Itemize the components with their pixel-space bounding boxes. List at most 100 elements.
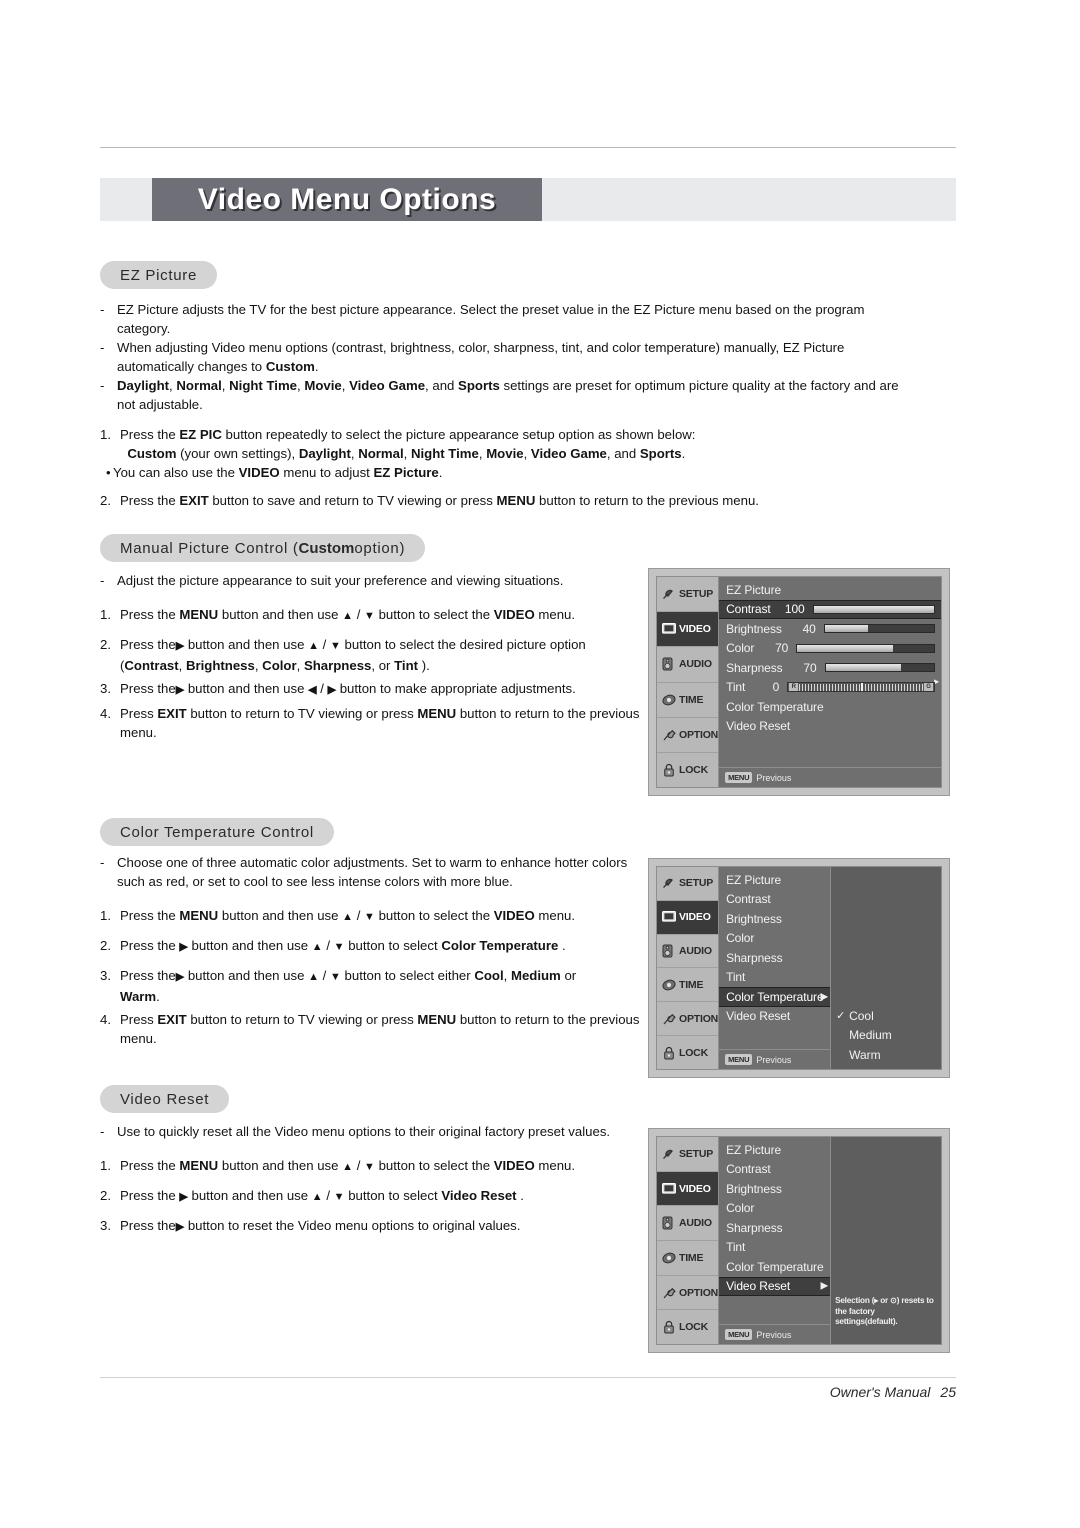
color-slider[interactable] xyxy=(796,643,935,653)
submenu-item-medium[interactable]: Medium xyxy=(831,1026,941,1046)
footer: Owner's Manual 25 xyxy=(830,1384,956,1400)
submenu-item-warm[interactable]: Warm xyxy=(831,1045,941,1065)
sharpness-slider[interactable] xyxy=(824,663,935,673)
osd-menu-label: Color xyxy=(726,641,755,656)
section-header-ez-picture: EZ Picture xyxy=(100,261,218,289)
osd-menu-label: Sharpness xyxy=(726,1220,783,1235)
step-text: Press the ▶ button and then use ▲ / ▼ bu… xyxy=(120,938,566,953)
section-header-label: Color Temperature Control xyxy=(120,823,314,841)
bullet-marker: • xyxy=(106,465,111,480)
osd-sidebar-item-setup[interactable]: SETUP xyxy=(657,1137,719,1172)
step-text: Press EXIT button to return to TV viewin… xyxy=(120,1012,640,1046)
osd-menu-row[interactable]: Color xyxy=(719,929,830,949)
footer-divider xyxy=(100,1377,956,1378)
osd-menu-label: EZ Picture xyxy=(726,872,782,887)
osd-menu-row[interactable]: Tint xyxy=(719,968,830,988)
previous-label: Previous xyxy=(756,1329,792,1340)
osd-sidebar-item-audio[interactable]: AUDIO xyxy=(657,647,719,683)
brightness-slider[interactable] xyxy=(823,624,935,634)
tint-slider[interactable]: R G xyxy=(787,682,935,693)
section-header-manual-picture: Manual Picture Control (Custom option) xyxy=(100,534,426,562)
osd-menu-label: Color Temperature xyxy=(726,1259,824,1274)
section-header-video-reset: Video Reset xyxy=(100,1085,230,1113)
section-header-label-prefix: Manual Picture Control ( xyxy=(120,539,299,557)
osd-menu-value: 70 xyxy=(775,641,789,656)
padlock-icon xyxy=(661,1320,676,1335)
padlock-icon xyxy=(661,1045,676,1060)
osd-sidebar-item-time[interactable]: TIME xyxy=(657,1241,719,1276)
osd-menu-row[interactable]: EZ Picture xyxy=(719,1140,830,1160)
osd-menu-row-selected[interactable]: Contrast 100 ▸ xyxy=(719,599,941,688)
osd-menu-row-selected[interactable]: Color Temperature ▶ xyxy=(719,987,831,1007)
wrench-icon xyxy=(661,727,676,742)
osd-sidebar-item-lock[interactable]: LOCK xyxy=(657,1036,718,1069)
osd-menu-row[interactable]: Sharpness xyxy=(719,1218,830,1238)
osd-menu-label: Color Temperature xyxy=(726,699,824,714)
dash-marker: - xyxy=(100,1124,105,1139)
osd-menu-label: Contrast xyxy=(726,892,771,907)
osd-menu-row[interactable]: Sharpness 70 xyxy=(719,658,941,678)
osd-sidebar-label: TIME xyxy=(679,978,704,991)
numbered-step: 1. Press the MENU button and then use ▲ … xyxy=(100,1156,640,1177)
list-item-text: Adjust the picture appearance to suit yo… xyxy=(117,573,564,588)
osd-menu-row[interactable]: Color xyxy=(719,1199,830,1219)
osd-menu-value: 100 xyxy=(784,602,805,617)
osd-menu-label: Video Reset xyxy=(726,1279,791,1294)
osd-menu-row[interactable]: Sharpness xyxy=(719,948,830,968)
osd-menu-row[interactable]: EZ Picture xyxy=(719,870,830,890)
step-text: Press the MENU button and then use ▲ / ▼… xyxy=(120,908,576,923)
osd-sidebar-item-lock[interactable]: LOCK xyxy=(657,1310,718,1344)
page-title: Video Menu Options xyxy=(197,182,497,216)
osd-menu-row[interactable]: Brightness 40 xyxy=(719,619,941,639)
osd-menu-label: Contrast xyxy=(726,602,771,617)
osd-sidebar-item-option[interactable]: OPTION xyxy=(657,1002,718,1037)
osd-menu-row[interactable]: Contrast xyxy=(719,1160,830,1180)
step-text: Press the MENU button and then use ▲ / ▼… xyxy=(120,1158,576,1173)
osd-sidebar-item-video[interactable]: VIDEO xyxy=(657,612,719,648)
wrench-icon xyxy=(661,1285,676,1300)
footer-label: Owner's Manual xyxy=(829,1384,931,1400)
osd-sidebar-item-time[interactable]: TIME xyxy=(657,683,719,718)
osd-menu-row[interactable]: Brightness xyxy=(719,1179,830,1199)
osd-sidebar-item-time[interactable]: TIME xyxy=(657,968,719,1003)
osd-sidebar-label: TIME xyxy=(679,1251,704,1264)
osd-menu-row[interactable]: Video Reset xyxy=(719,1007,830,1027)
menu-key-badge: MENU xyxy=(725,772,753,783)
osd-sidebar-item-setup[interactable]: SETUP xyxy=(657,577,719,613)
step-number: 3. xyxy=(100,1218,111,1233)
osd-menu-row[interactable]: Tint xyxy=(719,1238,830,1258)
osd-sidebar-item-video[interactable]: VIDEO xyxy=(657,1171,719,1207)
osd-menu-label: Tint xyxy=(726,970,746,985)
osd-menu-row[interactable]: Color Temperature xyxy=(719,1257,830,1277)
osd-sidebar-item-setup[interactable]: SETUP xyxy=(657,867,719,901)
osd-menu-row[interactable]: Video Reset xyxy=(719,717,941,737)
osd-menu-row[interactable]: Contrast xyxy=(719,890,830,910)
osd-sidebar-item-option[interactable]: OPTION xyxy=(657,718,718,753)
osd-sidebar-label: VIDEO xyxy=(679,911,711,924)
previous-label: Previous xyxy=(756,772,792,783)
osd-sidebar-item-audio[interactable]: AUDIO xyxy=(657,1206,719,1242)
monitor-icon xyxy=(661,910,676,925)
osd-menu-row[interactable]: EZ Picture xyxy=(719,580,941,600)
numbered-step: 1. Press the EZ PIC button repeatedly to… xyxy=(100,425,910,463)
submenu-item-cool[interactable]: ✓ Cool xyxy=(831,1006,941,1026)
monitor-icon xyxy=(661,622,676,637)
osd-sidebar-item-video[interactable]: VIDEO xyxy=(657,900,719,935)
speaker-icon xyxy=(661,944,676,959)
osd-menu-row-selected[interactable]: Video Reset ▶ xyxy=(719,1276,831,1296)
color-temperature-body: - Choose one of three automatic color ad… xyxy=(100,853,640,1048)
osd-menu-row[interactable]: Brightness xyxy=(719,909,830,929)
numbered-step: 2. Press the ▶ button and then use ▲ / ▼… xyxy=(100,936,640,957)
osd-menu-row[interactable]: Color Temperature xyxy=(719,697,941,717)
contrast-slider[interactable] xyxy=(812,604,935,614)
menu-key-badge: MENU xyxy=(725,1054,753,1065)
osd-sidebar-item-option[interactable]: OPTION xyxy=(657,1276,718,1311)
list-item: - Daylight, Normal, Night Time, Movie, V… xyxy=(100,376,910,414)
osd-menu-row[interactable]: Color 70 xyxy=(719,639,941,659)
osd-sidebar-item-lock[interactable]: LOCK xyxy=(657,753,718,787)
osd-menu-label: Sharpness xyxy=(726,660,783,675)
osd-menu-row[interactable]: Tint 0 R G xyxy=(719,678,941,698)
osd-sidebar-item-audio[interactable]: AUDIO xyxy=(657,935,719,969)
video-reset-body: - Use to quickly reset all the Video men… xyxy=(100,1122,640,1237)
section-header-label: Video Reset xyxy=(120,1090,210,1108)
